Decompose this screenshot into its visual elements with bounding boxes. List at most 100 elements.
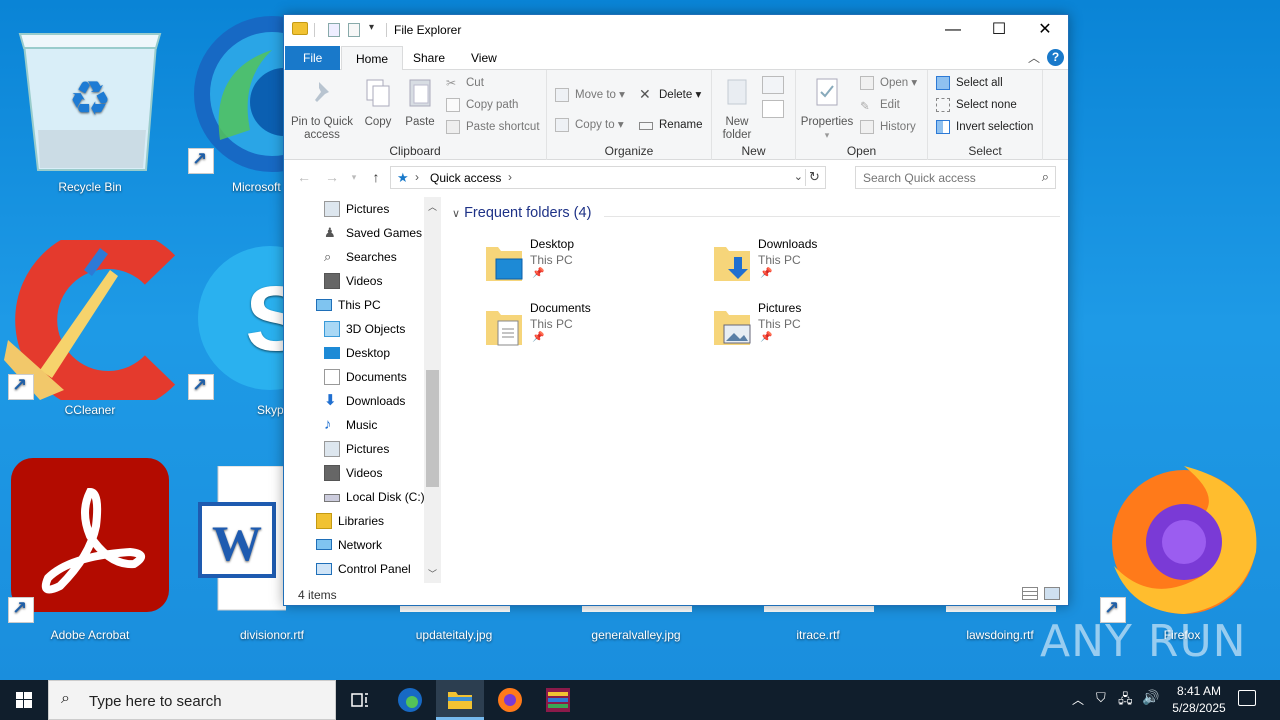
- svg-text:W: W: [212, 515, 262, 571]
- scroll-up-icon[interactable]: ︿: [424, 200, 441, 213]
- desktop-icon-adobe-acrobat[interactable]: Adobe Acrobat: [0, 456, 180, 646]
- breadcrumb[interactable]: Quick access: [430, 171, 501, 185]
- copy-path-button[interactable]: Copy path: [446, 96, 518, 116]
- edit-button[interactable]: ✎ Edit: [860, 96, 900, 116]
- large-icons-view-icon[interactable]: [1044, 587, 1060, 600]
- desktop-icon-recycle-bin[interactable]: ♻ Recycle Bin: [0, 10, 180, 200]
- close-button[interactable]: ✕: [1022, 15, 1068, 45]
- edit-label: Edit: [880, 99, 900, 111]
- taskbar-firefox[interactable]: [486, 680, 534, 720]
- nav-item-label: Documents: [346, 370, 407, 384]
- copy-to-button[interactable]: Copy to ▾: [555, 116, 624, 136]
- desktop-icon-updateitaly-jpg[interactable]: updateitaly.jpg: [364, 600, 544, 646]
- easy-access-icon[interactable]: [762, 100, 784, 118]
- folder-item-pictures[interactable]: Pictures This PC 📌: [712, 301, 912, 361]
- word-document-icon: W: [198, 466, 286, 611]
- nav-item-label: Network: [338, 538, 383, 552]
- history-button[interactable]: History: [860, 118, 916, 138]
- chevron-up-icon[interactable]: ︿: [1072, 691, 1084, 708]
- paste-shortcut-button[interactable]: Paste shortcut: [446, 118, 540, 138]
- tab-home[interactable]: Home: [341, 46, 404, 71]
- desktop-icon-label: divisionor.rtf: [239, 628, 305, 642]
- folder-item-desktop[interactable]: Desktop This PC 📌: [484, 237, 684, 297]
- taskbar-edge[interactable]: [386, 680, 434, 720]
- scissors-icon: ✂: [446, 76, 457, 90]
- tab-file[interactable]: File: [285, 46, 341, 70]
- cut-button[interactable]: ✂ Cut: [446, 74, 484, 94]
- volume-icon[interactable]: 🔊: [1142, 689, 1159, 706]
- folder-item-documents[interactable]: Documents This PC 📌: [484, 301, 684, 361]
- properties-button[interactable]: Properties ▾: [798, 76, 856, 142]
- tab-share[interactable]: Share: [399, 46, 459, 70]
- new-item-icon[interactable]: [762, 76, 784, 94]
- new-folder-quick-icon[interactable]: [348, 23, 360, 37]
- taskbar-search-placeholder: Type here to search: [89, 693, 222, 710]
- folder-icon: [448, 692, 472, 709]
- customize-quick-access-icon[interactable]: ▾: [369, 22, 374, 33]
- start-button[interactable]: [0, 680, 48, 720]
- taskbar-winrar[interactable]: [534, 680, 582, 720]
- taskbar-file-explorer[interactable]: [436, 680, 484, 720]
- clock[interactable]: 8:41 AM 5/28/2025: [1160, 683, 1238, 717]
- desktop-icon-itrace-rtf[interactable]: itrace.rtf: [728, 600, 908, 646]
- paste-label: Paste: [405, 116, 435, 128]
- task-view-button[interactable]: [336, 680, 384, 720]
- chevron-right-icon[interactable]: ›: [508, 170, 512, 184]
- rename-icon: [639, 122, 653, 130]
- search-box[interactable]: ⌕: [855, 166, 1056, 189]
- open-button[interactable]: Open ▾: [860, 74, 917, 94]
- properties-icon: [816, 78, 838, 106]
- section-title: Frequent folders (4): [464, 205, 592, 221]
- copy-button[interactable]: Copy: [360, 76, 396, 129]
- folder-name: Desktop: [530, 237, 575, 251]
- edit-icon: ✎: [860, 101, 870, 113]
- new-folder-label: New: [725, 116, 749, 128]
- move-to-label: Move to: [575, 89, 616, 101]
- details-view-icon[interactable]: [1022, 587, 1038, 600]
- desktop-icon-ccleaner[interactable]: CCleaner: [0, 240, 180, 425]
- section-header[interactable]: ∨ Frequent folders (4): [452, 205, 591, 221]
- folder-name: Downloads: [758, 237, 818, 251]
- address-dropdown-icon[interactable]: ⌄: [794, 170, 803, 183]
- help-icon[interactable]: ?: [1047, 49, 1064, 66]
- refresh-icon[interactable]: ↻: [805, 169, 823, 186]
- taskbar-search-box[interactable]: ⌕ Type here to search: [48, 680, 336, 720]
- security-icon[interactable]: ⛉: [1096, 690, 1106, 706]
- tab-view[interactable]: View: [457, 46, 511, 70]
- minimize-ribbon-icon[interactable]: ︿: [1028, 49, 1040, 66]
- scrollbar-thumb[interactable]: [426, 370, 439, 487]
- search-input[interactable]: [863, 168, 1033, 188]
- new-folder-button[interactable]: New folder: [716, 76, 758, 142]
- delete-button[interactable]: ✕ Delete ▾: [639, 86, 701, 106]
- invert-selection-label: Invert selection: [956, 121, 1034, 133]
- nav-item-label: Searches: [346, 250, 397, 264]
- invert-selection-button[interactable]: Invert selection: [936, 118, 1033, 138]
- notifications-icon[interactable]: [1238, 690, 1256, 706]
- ribbon-group-select: Select all Select none Invert selection …: [928, 70, 1043, 160]
- address-row: ← → ▾ ↑ ★ › Quick access › ⌄ ↻ ⌕: [284, 165, 1068, 191]
- network-icon[interactable]: 🖧: [1118, 690, 1133, 712]
- maximize-button[interactable]: ☐: [976, 15, 1022, 45]
- paste-button[interactable]: Paste: [402, 76, 438, 129]
- up-button[interactable]: ↑: [366, 169, 386, 185]
- group-label: Clipboard: [389, 144, 441, 158]
- pin-to-quick-access-button[interactable]: Pin to Quick access: [290, 76, 354, 142]
- window-title: File Explorer: [394, 23, 462, 37]
- minimize-button[interactable]: —: [930, 15, 976, 45]
- select-all-button[interactable]: Select all: [936, 74, 1003, 94]
- address-bar[interactable]: ★ › Quick access › ⌄ ↻: [390, 166, 826, 189]
- properties-quick-icon[interactable]: [328, 23, 340, 37]
- folder-location: This PC: [530, 317, 573, 331]
- folder-item-downloads[interactable]: Downloads This PC 📌: [712, 237, 912, 297]
- move-to-button[interactable]: Move to ▾: [555, 86, 625, 106]
- desktop-icon-generalvalley-jpg[interactable]: generalvalley.jpg: [546, 600, 726, 646]
- select-none-button[interactable]: Select none: [936, 96, 1017, 116]
- file-explorer-window: ▾ File Explorer — ☐ ✕ File Home Share Vi…: [283, 14, 1069, 606]
- rename-button[interactable]: Rename: [639, 116, 702, 136]
- divider: [604, 216, 1060, 217]
- forward-button[interactable]: →: [322, 169, 342, 185]
- recent-locations-icon[interactable]: ▾: [344, 172, 364, 183]
- nav-pane-scrollbar[interactable]: ︿ ﹀: [424, 197, 441, 583]
- scroll-down-icon[interactable]: ﹀: [424, 567, 441, 580]
- back-button[interactable]: ←: [294, 169, 314, 185]
